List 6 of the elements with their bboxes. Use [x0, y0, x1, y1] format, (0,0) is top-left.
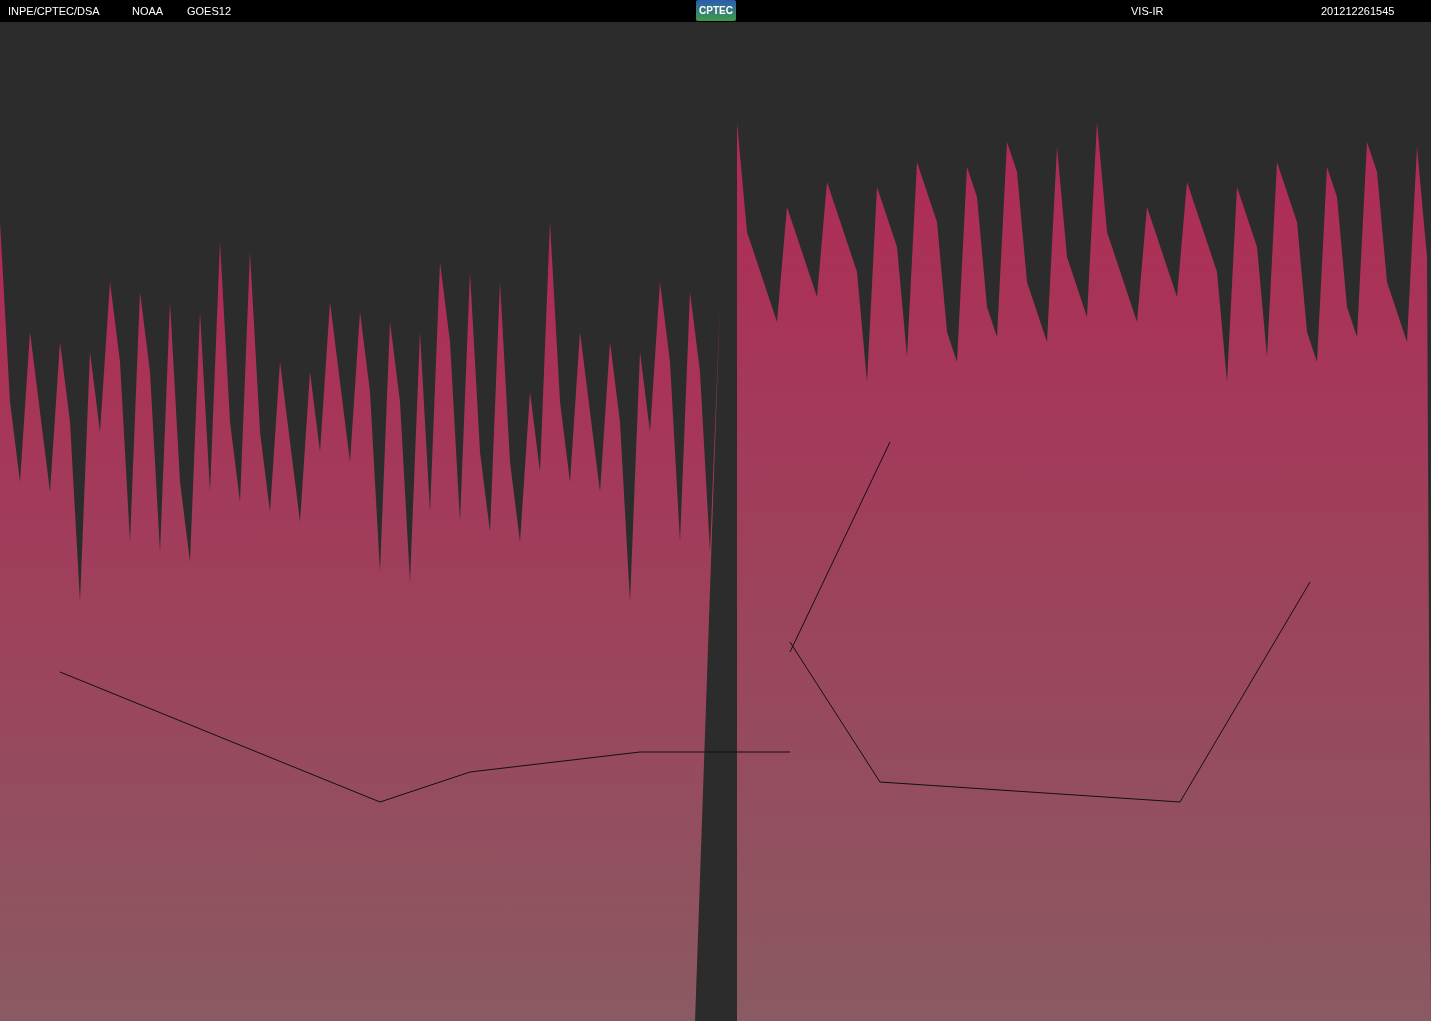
- channel-label: VIS-IR: [1131, 5, 1164, 17]
- satellite-label: GOES12: [187, 5, 232, 17]
- logo: CPTEC: [696, 0, 736, 21]
- source-label: INPE/CPTEC/DSA: [8, 5, 100, 17]
- timestamp-label: 201212261545: [1321, 5, 1395, 17]
- agency-label: NOAA: [132, 5, 164, 17]
